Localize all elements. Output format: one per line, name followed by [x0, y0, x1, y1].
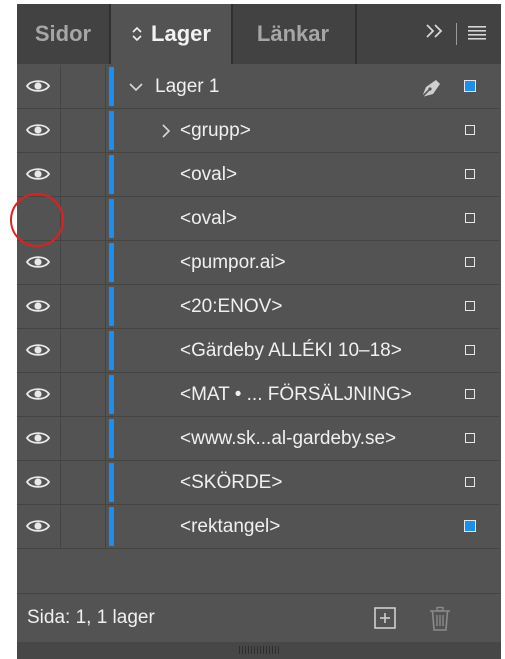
layer-item-name: <www.sk...al-gardeby.se>: [180, 428, 397, 449]
layer-color-bar: [109, 243, 114, 282]
layer-item-name: <grupp>: [180, 120, 251, 141]
layer-row[interactable]: Lager 1: [17, 65, 499, 109]
eye-icon: [26, 344, 50, 356]
eye-icon: [26, 124, 50, 136]
layer-color-bar: [109, 155, 114, 194]
updown-arrows-icon: [131, 24, 143, 44]
new-layer-icon[interactable]: [373, 606, 397, 630]
selection-square[interactable]: [465, 477, 475, 487]
chevron-right-icon[interactable]: [159, 123, 171, 139]
layer-item-name: <20:ENOV>: [180, 296, 283, 317]
tab-lager[interactable]: Lager: [111, 4, 231, 64]
layer-name: Lager 1: [155, 76, 220, 97]
pen-icon: [421, 80, 440, 98]
layer-item-name: <SKÖRDE>: [180, 472, 283, 493]
layer-row[interactable]: <www.sk...al-gardeby.se>: [17, 417, 499, 461]
layer-item-name: <rektangel>: [180, 516, 281, 537]
layer-color-bar: [109, 507, 114, 546]
selection-square[interactable]: [465, 125, 475, 135]
layer-color-bar: [109, 199, 114, 238]
resize-grip-icon[interactable]: [239, 646, 279, 654]
layer-row[interactable]: <rektangel>: [17, 505, 499, 549]
eye-icon: [26, 256, 50, 268]
layer-row[interactable]: <20:ENOV>: [17, 285, 499, 329]
tab-sidor[interactable]: Sidor: [17, 4, 109, 64]
eye-icon: [26, 80, 50, 92]
selection-square[interactable]: [465, 389, 475, 399]
selection-square[interactable]: [464, 520, 476, 532]
eye-icon: [26, 300, 50, 312]
chevron-down-icon[interactable]: [128, 80, 144, 94]
layer-row[interactable]: <MAT • ... FÖRSÄLJNING>: [17, 373, 499, 417]
panel-menu-icon[interactable]: [467, 23, 487, 46]
lock-toggle[interactable]: [61, 329, 106, 372]
layer-color-bar: [109, 463, 114, 502]
visibility-toggle[interactable]: [17, 241, 61, 284]
divider: [456, 23, 457, 45]
visibility-toggle[interactable]: [17, 373, 61, 416]
selection-square[interactable]: [464, 80, 476, 92]
eye-icon: [26, 520, 50, 532]
lock-toggle[interactable]: [61, 109, 106, 152]
tab-lager-label: Lager: [151, 21, 211, 46]
double-chevron-icon[interactable]: [424, 22, 446, 46]
eye-icon: [26, 168, 50, 180]
layer-item-name: <Gärdeby ALLÉKI 10–18>: [180, 340, 402, 361]
layer-row[interactable]: <SKÖRDE>: [17, 461, 499, 505]
layer-row[interactable]: <oval>: [17, 197, 499, 241]
visibility-toggle[interactable]: [17, 153, 61, 196]
selection-square[interactable]: [465, 433, 475, 443]
layer-row[interactable]: <oval>: [17, 153, 499, 197]
lock-toggle[interactable]: [61, 417, 106, 460]
layer-color-bar: [109, 67, 114, 106]
selection-square[interactable]: [465, 345, 475, 355]
layers-panel: Sidor Lager Länkar Lager 1 <grupp> <oval…: [17, 4, 501, 659]
lock-toggle[interactable]: [61, 197, 106, 240]
visibility-toggle[interactable]: [17, 505, 61, 548]
lock-toggle[interactable]: [61, 65, 106, 108]
layer-item-name: <oval>: [180, 164, 238, 185]
layer-row[interactable]: <grupp>: [17, 109, 499, 153]
panel-tab-bar: Sidor Lager Länkar: [17, 4, 501, 64]
lock-toggle[interactable]: [61, 241, 106, 284]
lock-toggle[interactable]: [61, 285, 106, 328]
visibility-toggle[interactable]: [17, 285, 61, 328]
status-text: Sida: 1, 1 lager: [27, 607, 155, 628]
visibility-toggle[interactable]: [17, 65, 61, 108]
layer-color-bar: [109, 331, 114, 370]
trash-icon[interactable]: [428, 606, 452, 632]
layer-color-bar: [109, 419, 114, 458]
annotation-circle: [10, 193, 64, 247]
layer-item-name: <pumpor.ai>: [180, 252, 286, 273]
eye-icon: [26, 432, 50, 444]
visibility-toggle[interactable]: [17, 417, 61, 460]
lock-toggle[interactable]: [61, 461, 106, 504]
tabbar-controls: [424, 4, 501, 64]
tab-lankar[interactable]: Länkar: [231, 4, 355, 64]
tab-divider: [355, 4, 357, 64]
resize-strip[interactable]: [17, 642, 501, 659]
eye-icon: [26, 476, 50, 488]
eye-icon: [26, 388, 50, 400]
layer-item-name: <MAT • ... FÖRSÄLJNING>: [180, 384, 412, 405]
visibility-toggle[interactable]: [17, 329, 61, 372]
layer-row[interactable]: <pumpor.ai>: [17, 241, 499, 285]
selection-square[interactable]: [465, 213, 475, 223]
visibility-toggle[interactable]: [17, 109, 61, 152]
selection-square[interactable]: [465, 169, 475, 179]
panel-footer: Sida: 1, 1 lager: [17, 593, 501, 642]
layer-color-bar: [109, 375, 114, 414]
layer-list: Lager 1 <grupp> <oval> <oval> <pumpor.ai…: [17, 65, 499, 549]
layer-color-bar: [109, 287, 114, 326]
lock-toggle[interactable]: [61, 153, 106, 196]
selection-square[interactable]: [465, 257, 475, 267]
layer-color-bar: [109, 111, 114, 150]
lock-toggle[interactable]: [61, 505, 106, 548]
selection-square[interactable]: [465, 301, 475, 311]
layer-item-name: <oval>: [180, 208, 238, 229]
lock-toggle[interactable]: [61, 373, 106, 416]
layer-row[interactable]: <Gärdeby ALLÉKI 10–18>: [17, 329, 499, 373]
visibility-toggle[interactable]: [17, 461, 61, 504]
